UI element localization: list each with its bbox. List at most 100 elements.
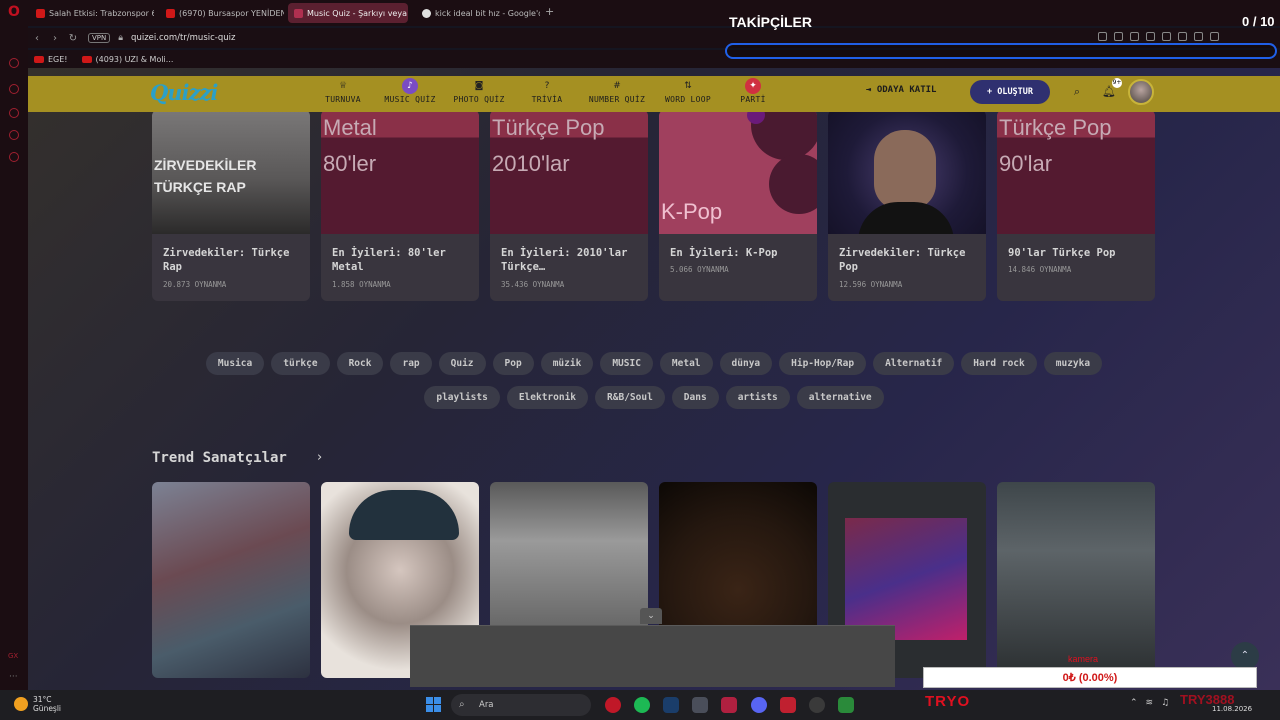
bookmark-item[interactable]: EGE!	[34, 55, 68, 64]
join-room-button[interactable]: ⇥ ODAYA KATIL	[866, 85, 936, 95]
wifi-icon[interactable]: ≋	[1146, 698, 1154, 708]
extension-icon[interactable]	[1146, 32, 1155, 41]
quiz-card-thumbnail: Türkçe Pop 2010'lar	[490, 110, 648, 234]
weather-widget[interactable]: 31°C Güneşli	[33, 695, 61, 713]
browser-tab[interactable]: (6970) Bursaspor YENİDEN	[160, 3, 284, 23]
section-title[interactable]: Trend Sanatçılar	[152, 450, 287, 466]
artist-card[interactable]	[152, 482, 310, 678]
nav-item-2[interactable]: ◙ PHOTO QUİZ	[440, 78, 518, 104]
tag-chip[interactable]: Dans	[671, 386, 719, 409]
search-placeholder: Ara	[479, 700, 494, 710]
more-icon[interactable]: ···	[9, 672, 18, 682]
quiz-card[interactable]: ZİRVEDEKİLER TÜRKÇE RAP Zirvedekiler: Tür…	[152, 110, 310, 301]
lock-icon: 🔒︎	[118, 33, 124, 43]
tag-chip[interactable]: rap	[390, 352, 432, 375]
search-icon: ⌕	[459, 699, 465, 710]
browser-tab[interactable]: kick ideal bit hız - Google'd	[416, 3, 540, 23]
taskbar-search[interactable]: ⌕ Ara	[451, 694, 591, 716]
tag-chip[interactable]: müzik	[540, 352, 594, 375]
quiz-card-thumb-text: Metal 80'ler	[323, 115, 377, 176]
steam-icon[interactable]	[663, 697, 679, 713]
bookmark-item[interactable]: (4093) UZI & Moli...	[81, 55, 173, 64]
tag-chip[interactable]: türkçe	[271, 352, 330, 375]
artist-card[interactable]	[997, 482, 1155, 678]
avatar[interactable]	[1128, 79, 1154, 105]
quiz-card-title: 90'lar Türkçe Pop	[1008, 247, 1116, 259]
site-logo[interactable]: Quizzi	[150, 80, 218, 105]
extension-icon[interactable]	[1194, 32, 1203, 41]
quiz-card[interactable]: Metal 80'ler En İyileri: 80'ler Metal 1.85…	[321, 110, 479, 301]
create-button[interactable]: + OLUŞTUR	[970, 80, 1050, 104]
tag-chip[interactable]: MUSIC	[600, 352, 653, 375]
messenger-icon[interactable]	[9, 58, 19, 68]
screen: GX ··· O Salah Etkisi: Trabzonspor 6 (69…	[0, 0, 1280, 720]
search-icon[interactable]: ⌕	[1070, 85, 1084, 99]
chevron-up-icon[interactable]: ⌃	[1130, 698, 1138, 708]
forward-icon[interactable]: ›	[46, 33, 64, 44]
nav-label: PHOTO QUİZ	[453, 95, 505, 104]
quiz-card[interactable]: K-Pop En İyileri: K-Pop 5.066 OYNANMA	[659, 110, 817, 301]
app-icon[interactable]	[780, 697, 796, 713]
quiz-card[interactable]: Türkçe Pop 90'lar 90'lar Türkçe Pop 14.846…	[997, 110, 1155, 301]
weather-icon[interactable]	[14, 697, 28, 711]
quiz-card[interactable]: Türkçe Pop 2010'lar En İyileri: 2010'lar …	[490, 110, 648, 301]
reload-icon[interactable]: ↻	[64, 33, 82, 44]
app-icon[interactable]	[721, 697, 737, 713]
volume-icon[interactable]: ♫	[1161, 698, 1169, 708]
tag-chip[interactable]: muzyka	[1043, 352, 1103, 375]
back-icon[interactable]: ‹	[28, 33, 46, 44]
gx-icon[interactable]: GX	[8, 652, 18, 660]
instagram-icon[interactable]	[9, 84, 19, 94]
nav-item-1[interactable]: ♪ MUSIC QUİZ	[371, 78, 449, 104]
nav-item-6[interactable]: ✦ PARTİ	[714, 78, 792, 104]
tag-chip[interactable]: Alternatif	[873, 352, 955, 375]
extension-icon[interactable]	[1130, 32, 1139, 41]
chevron-down-icon[interactable]: ⌄	[640, 608, 662, 624]
opera-logo-icon[interactable]: O	[6, 4, 22, 20]
tag-chip[interactable]: R&B/Soul	[595, 386, 665, 409]
instagram2-icon[interactable]	[9, 152, 19, 162]
url-field[interactable]: quizei.com/tr/music-quiz	[131, 33, 235, 43]
tag-chip[interactable]: Pop	[492, 352, 534, 375]
browser-tab-active[interactable]: Music Quiz - Şarkıyı veya	[288, 3, 408, 23]
obs-icon[interactable]	[809, 697, 825, 713]
quiz-card-thumbnail: K-Pop	[659, 110, 817, 234]
tag-chip[interactable]: Rock	[336, 352, 384, 375]
scroll-top-button[interactable]: ⌃	[1231, 642, 1259, 670]
extension-icon[interactable]	[1114, 32, 1123, 41]
spotify-icon[interactable]	[634, 697, 650, 713]
opera-gx-icon[interactable]	[605, 697, 621, 713]
new-tab-icon[interactable]: +	[545, 5, 554, 18]
quiz-card-thumbnail	[828, 110, 986, 234]
nav-label: PARTİ	[740, 95, 766, 104]
clock-date[interactable]: 11.08.2026	[1212, 705, 1252, 713]
tag-chip[interactable]: dünya	[719, 352, 773, 375]
tag-chip[interactable]: artists	[725, 386, 790, 409]
extension-icon[interactable]	[1210, 32, 1219, 41]
tag-chip[interactable]: Metal	[659, 352, 713, 375]
quiz-card[interactable]: Zirvedekiler: Türkçe Pop 12.596 OYNANMA	[828, 110, 986, 301]
extension-icon[interactable]	[1162, 32, 1171, 41]
tag-chip[interactable]: Quiz	[438, 352, 486, 375]
tag-chip[interactable]: Elektronik	[506, 386, 589, 409]
tag-chip[interactable]: Musica	[205, 352, 265, 375]
tag-chip[interactable]: alternative	[796, 386, 884, 409]
windows-start-icon[interactable]	[426, 697, 441, 712]
quiz-card-title: En İyileri: 80'ler Metal	[332, 247, 446, 273]
tag-chip[interactable]: Hard rock	[961, 352, 1037, 375]
discord-icon[interactable]	[751, 697, 767, 713]
star-icon[interactable]	[9, 108, 19, 118]
browser-tab[interactable]: Salah Etkisi: Trabzonspor 6	[30, 3, 154, 23]
tag-chip[interactable]: Hip-Hop/Rap	[779, 352, 867, 375]
extension-icon[interactable]	[1178, 32, 1187, 41]
app-icon[interactable]	[838, 697, 854, 713]
nav-item-3[interactable]: ? TRİVİA	[508, 78, 586, 104]
nav-item-4[interactable]: # NUMBER QUİZ	[578, 78, 656, 104]
extension-icon[interactable]	[1098, 32, 1107, 41]
tag-chip[interactable]: playlists	[424, 386, 500, 409]
sort-icon: ⇅	[684, 81, 692, 91]
vpn-badge[interactable]: VPN	[88, 33, 111, 43]
whatsapp-icon[interactable]	[9, 130, 19, 140]
app-icon[interactable]	[692, 697, 708, 713]
chevron-right-icon[interactable]: ›	[317, 450, 322, 465]
